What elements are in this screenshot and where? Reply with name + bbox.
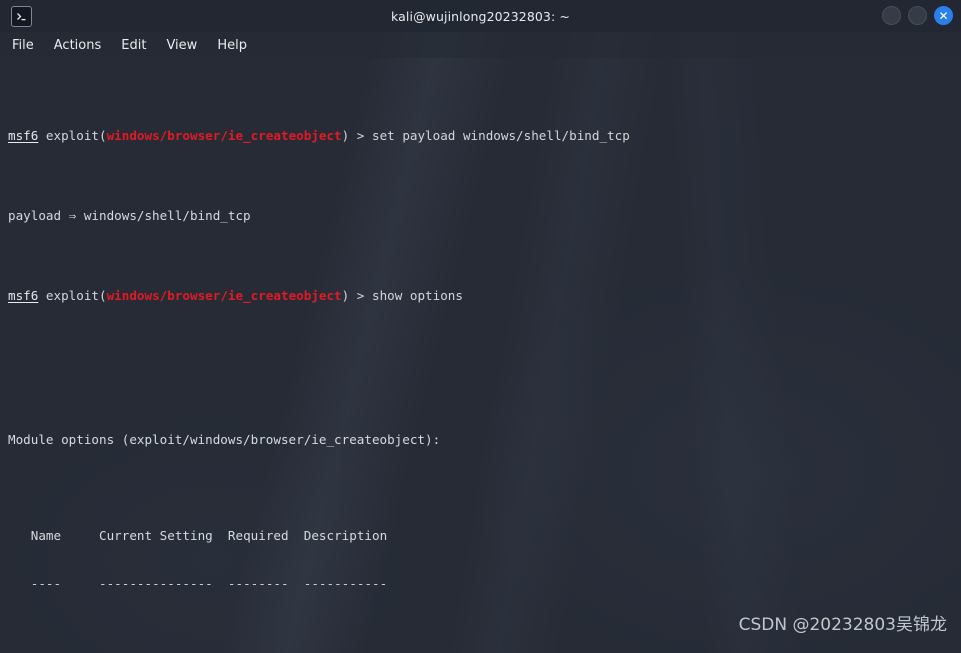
rule-required: -------- (227, 576, 289, 591)
col-pad (289, 528, 304, 543)
prompt-context-prefix: exploit( (38, 128, 107, 143)
header-description: Description (303, 528, 388, 543)
menu-file[interactable]: File (12, 38, 34, 53)
col-pad (61, 576, 99, 591)
menu-help[interactable]: Help (217, 38, 247, 53)
menubar: File Actions Edit View Help (0, 32, 961, 58)
col-pad (61, 528, 99, 543)
terminal-line-prompt-set-payload: msf6 exploit(windows/browser/ie_createob… (8, 128, 961, 144)
window-titlebar[interactable]: kali@wujinlong20232803: ~ ✕ (0, 0, 961, 32)
prompt-context-suffix: ) > (341, 288, 372, 303)
module-options-header-rule: ---- --------------- -------- ----------… (8, 576, 961, 592)
col-pad (289, 576, 304, 591)
terminal-window: kali@wujinlong20232803: ~ ✕ File Actions… (0, 0, 961, 653)
terminal-icon (11, 5, 32, 27)
prompt-shell: msf6 (8, 128, 39, 143)
col-pad (213, 528, 228, 543)
module-options-heading: Module options (exploit/windows/browser/… (8, 432, 441, 447)
window-title: kali@wujinlong20232803: ~ (391, 8, 570, 24)
prompt-context-suffix: ) > (341, 128, 372, 143)
command-set-payload: set payload windows/shell/bind_tcp (371, 128, 630, 143)
rule-current-setting: --------------- (99, 576, 213, 591)
menu-edit[interactable]: Edit (121, 38, 146, 53)
menu-actions[interactable]: Actions (54, 38, 102, 53)
header-name: Name (30, 528, 62, 543)
col-pad (8, 528, 31, 543)
terminal-line-payload-echo: payload ⇒ windows/shell/bind_tcp (8, 208, 251, 223)
terminal-output[interactable]: msf6 exploit(windows/browser/ie_createob… (0, 58, 961, 653)
header-current-setting: Current Setting (99, 528, 213, 543)
module-options-header-row: Name Current Setting Required Descriptio… (8, 528, 961, 544)
command-show-options: show options (371, 288, 463, 303)
header-required: Required (227, 528, 289, 543)
close-button[interactable]: ✕ (934, 6, 953, 25)
minimize-button[interactable] (882, 6, 901, 25)
prompt-context-prefix: exploit( (38, 288, 107, 303)
menu-view[interactable]: View (166, 38, 197, 53)
rule-name: ---- (30, 576, 62, 591)
rule-description: ----------- (303, 576, 388, 591)
maximize-button[interactable] (908, 6, 927, 25)
col-pad (8, 576, 31, 591)
window-controls: ✕ (882, 6, 953, 25)
terminal-line-prompt-show-options: msf6 exploit(windows/browser/ie_createob… (8, 288, 961, 304)
prompt-module: windows/browser/ie_createobject (106, 288, 342, 303)
csdn-watermark: CSDN @20232803吴锦龙 (738, 615, 947, 635)
prompt-module: windows/browser/ie_createobject (106, 128, 342, 143)
col-pad (213, 576, 228, 591)
prompt-shell: msf6 (8, 288, 39, 303)
